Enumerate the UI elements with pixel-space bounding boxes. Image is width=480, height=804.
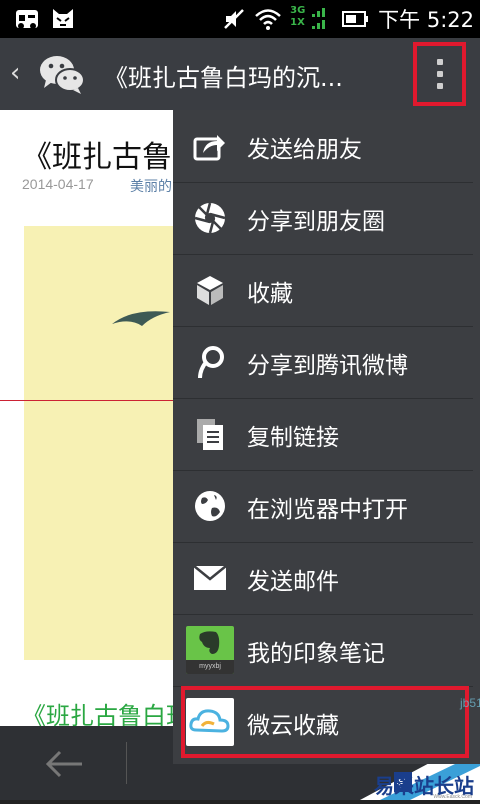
toolbar-divider [126,742,127,784]
aperture-icon [192,200,228,236]
mail-icon [192,560,228,596]
menu-item-share-moments[interactable]: 分享到朋友圈 [173,182,473,255]
menu-item-label: 我的印象笔记 [247,641,385,667]
overflow-dot-icon [436,83,443,89]
menu-item-favorite[interactable]: 收藏 [173,254,473,327]
tencent-weibo-icon [192,344,228,380]
evernote-icon: myyxbj [186,626,234,674]
more-options-button[interactable] [413,42,466,106]
menu-item-label: 复制链接 [247,425,339,451]
page-title: 《班扎古鲁白玛的沉... [104,64,343,92]
mute-icon [224,9,245,29]
globe-icon [192,488,228,524]
article-image[interactable] [24,226,194,660]
menu-item-copy-link[interactable]: 复制链接 [173,398,473,471]
article-date: 2014-04-17 [22,176,94,192]
menu-item-label: 发送邮件 [247,569,339,595]
menu-item-label: 发送给朋友 [247,137,362,163]
wifi-icon [255,9,282,30]
menu-item-label: 分享到腾讯微博 [247,353,408,379]
status-bar: 3G 1X 下午 5:22 [0,0,480,38]
network-indicator: 3G 1X [290,5,334,33]
highlight-frame [181,686,469,758]
notification-app-icon [16,10,38,29]
overflow-menu: 发送给朋友 分享到朋友圈 收藏 分享到腾讯微博 复制链接 在浏览器中打开 发送邮… [173,110,480,764]
menu-item-send-to-friend[interactable]: 发送给朋友 [173,110,473,183]
watermark-url: Www.Easck.Com [433,794,472,800]
article-author[interactable]: 美丽的 [130,176,172,196]
bird-illustration-icon [112,311,170,326]
evernote-badge: myyxbj [186,660,234,674]
back-chevron-icon[interactable]: ‹ [10,58,20,88]
clock: 下午 5:22 [378,8,474,32]
article-link[interactable]: 《班扎古鲁白珏 [22,696,190,726]
cube-icon [192,272,228,308]
share-arrow-icon [192,128,228,164]
cat-notification-icon [53,9,73,28]
menu-item-label: 分享到朋友圈 [247,209,385,235]
signal-icon [312,8,326,29]
menu-item-label: 收藏 [247,281,293,307]
overflow-dot-icon [436,59,443,65]
watermark-site: jb51.net [460,696,480,710]
menu-item-evernote[interactable]: myyxbj 我的印象笔记 [173,614,473,687]
menu-item-label: 在浏览器中打开 [247,497,408,523]
menu-item-tencent-weibo[interactable]: 分享到腾讯微博 [173,326,473,399]
app-bar: ‹ 《班扎古鲁白玛的沉... [0,38,480,110]
wechat-logo-icon [40,56,85,94]
overflow-dot-icon [436,71,443,77]
menu-item-send-email[interactable]: 发送邮件 [173,542,473,615]
back-arrow-icon[interactable] [44,750,84,778]
menu-item-open-in-browser[interactable]: 在浏览器中打开 [173,470,473,543]
article-title: 《班扎古鲁 [22,140,172,175]
copy-icon [192,416,228,452]
battery-icon [342,11,369,27]
